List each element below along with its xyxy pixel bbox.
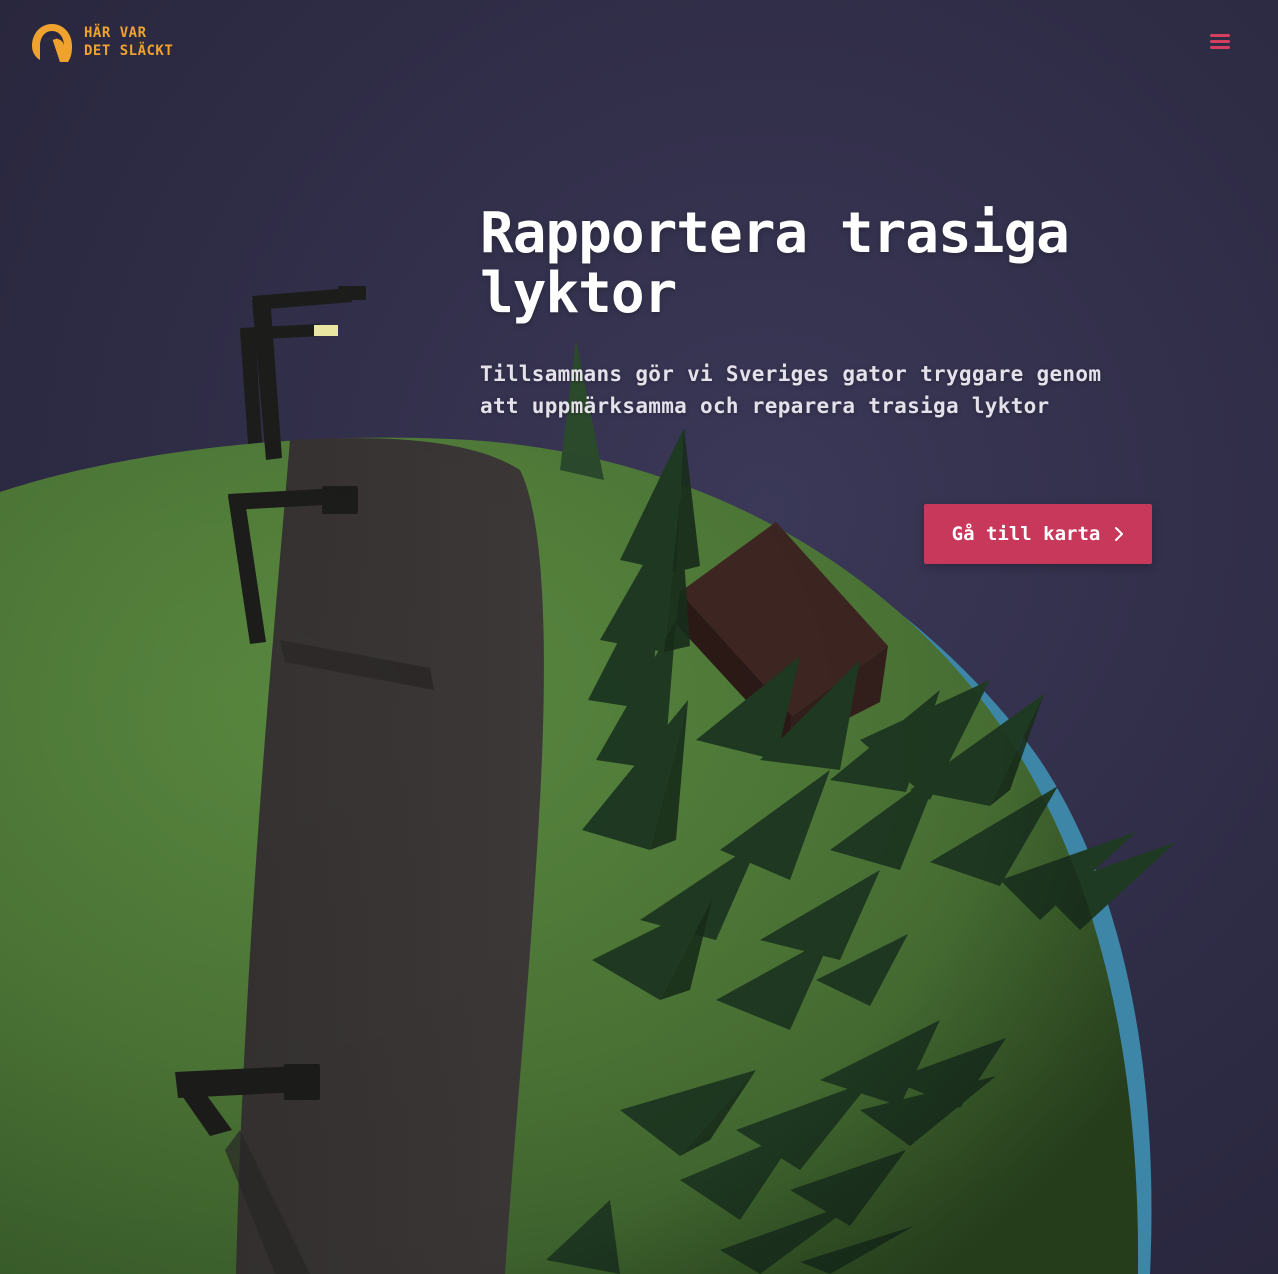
streetlamp-logo-icon [32, 24, 72, 62]
hero-section: Rapportera trasiga lyktor Tillsammans gö… [480, 204, 1180, 422]
planet-illustration [0, 286, 1176, 1274]
hero-title: Rapportera trasiga lyktor [480, 201, 1070, 326]
hamburger-menu-button[interactable] [1204, 26, 1236, 56]
streetlamp-top [240, 286, 366, 460]
site-header: HÄR VAR DET SLÄCKT [0, 0, 1278, 84]
logo-text: HÄR VAR DET SLÄCKT [84, 25, 174, 59]
logo-link[interactable]: HÄR VAR DET SLÄCKT [30, 22, 173, 62]
hero-subtitle: Tillsammans gör vi Sveriges gator trygga… [480, 362, 1102, 418]
go-to-map-label: Gå till karta [951, 523, 1101, 545]
landing-page: HÄR VAR DET SLÄCKT Rapportera trasiga ly… [0, 0, 1278, 1274]
chevron-right-icon [1115, 527, 1124, 541]
go-to-map-button[interactable]: Gå till karta [924, 504, 1152, 564]
